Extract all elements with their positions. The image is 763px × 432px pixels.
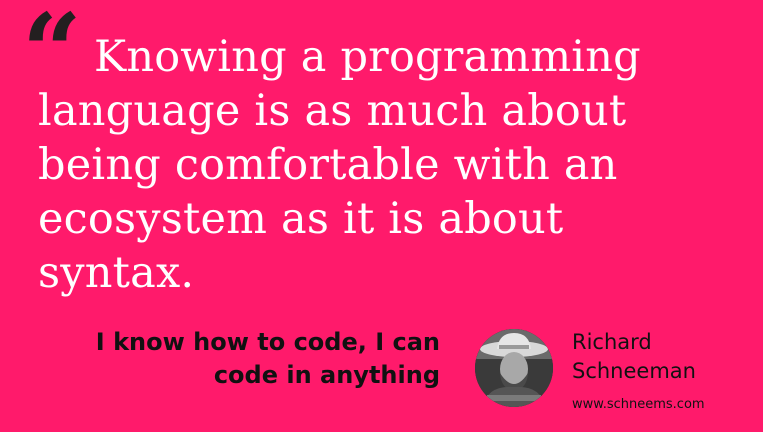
author-name: Richard Schneeman — [572, 330, 696, 383]
quote-text: Knowing a programming language is as muc… — [38, 32, 641, 298]
author-website[interactable]: www.schneems.com — [572, 396, 705, 414]
author-avatar — [475, 329, 553, 407]
talk-title: I know how to code, I can code in anythi… — [95, 328, 440, 389]
author-photo-icon — [475, 329, 553, 407]
